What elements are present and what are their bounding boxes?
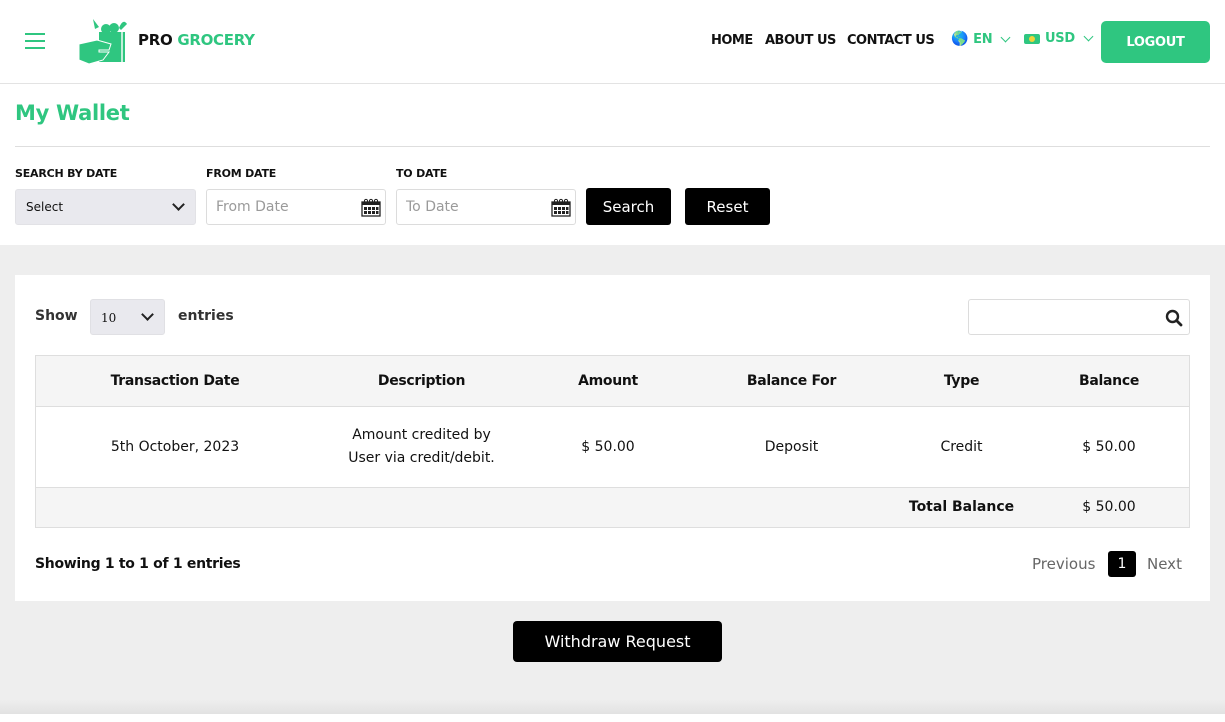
- search-by-date-select[interactable]: Select: [15, 189, 196, 225]
- search-by-date-label: SEARCH BY DATE: [15, 167, 118, 180]
- total-balance-value: $ 50.00: [1028, 487, 1190, 528]
- total-row: Total Balance $ 50.00: [35, 487, 1190, 528]
- column-header-transaction-date[interactable]: Transaction Date: [35, 355, 315, 407]
- calendar-icon[interactable]: [551, 198, 571, 217]
- description-line-1: Amount credited by: [352, 427, 491, 443]
- column-header-type[interactable]: Type: [895, 355, 1028, 407]
- column-header-balance[interactable]: Balance: [1028, 355, 1190, 407]
- brand-pro: PRO: [138, 31, 173, 49]
- pagination-page-1[interactable]: 1: [1108, 551, 1136, 577]
- calendar-icon[interactable]: [361, 198, 381, 217]
- from-date-label: FROM DATE: [206, 167, 277, 180]
- withdraw-request-button[interactable]: Withdraw Request: [513, 621, 722, 662]
- header: PRO GROCERY HOME ABOUT US CONTACT US 🌎 E…: [0, 0, 1225, 84]
- money-icon: [1024, 33, 1040, 44]
- grocery-bag-hand-icon: [79, 19, 127, 64]
- search-button[interactable]: Search: [586, 188, 671, 225]
- to-date-field[interactable]: [396, 189, 576, 225]
- search-by-date-value: Select: [26, 200, 64, 214]
- column-header-balance-for[interactable]: Balance For: [688, 355, 895, 407]
- band-shadow: [0, 700, 1225, 714]
- language-selector[interactable]: 🌎 EN: [951, 31, 1011, 47]
- logo[interactable]: PRO GROCERY: [79, 16, 255, 64]
- chevron-down-icon: [1000, 32, 1011, 42]
- language-value: EN: [973, 31, 993, 47]
- wallet-table-card: Show 10 entries Transaction Date Descrip…: [15, 275, 1210, 601]
- nav-contact-us[interactable]: CONTACT US: [847, 33, 935, 48]
- cell-amount: $ 50.00: [528, 406, 688, 488]
- entries-label: entries: [178, 308, 234, 324]
- currency-value: USD: [1045, 31, 1075, 46]
- description-line-2: User via credit/debit.: [348, 450, 495, 466]
- cell-balance: $ 50.00: [1028, 406, 1190, 488]
- to-date-input[interactable]: [397, 190, 537, 224]
- table-search-field[interactable]: [968, 299, 1190, 335]
- table-header-row: Transaction Date Description Amount Bala…: [35, 355, 1190, 407]
- globe-icon: 🌎: [951, 31, 969, 47]
- chevron-down-icon: [141, 308, 154, 321]
- pagination-previous[interactable]: Previous: [1032, 555, 1095, 573]
- transactions-table: Transaction Date Description Amount Bala…: [35, 355, 1190, 528]
- show-label: Show: [35, 308, 78, 324]
- page-title: My Wallet: [15, 101, 130, 125]
- menu-icon[interactable]: [25, 33, 45, 49]
- currency-selector[interactable]: USD: [1024, 31, 1094, 46]
- to-date-label: TO DATE: [396, 167, 448, 180]
- reset-button[interactable]: Reset: [685, 188, 770, 225]
- divider: [15, 146, 1210, 147]
- pagination-next[interactable]: Next: [1147, 555, 1182, 573]
- nav-about-us[interactable]: ABOUT US: [765, 33, 836, 48]
- cell-description: Amount credited by User via credit/debit…: [315, 406, 528, 488]
- cell-balance-for: Deposit: [688, 406, 895, 488]
- total-balance-label: Total Balance: [895, 487, 1028, 528]
- cell-date: 5th October, 2023: [35, 406, 315, 488]
- brand-grocery: GROCERY: [177, 31, 255, 49]
- from-date-field[interactable]: [206, 189, 386, 225]
- column-header-amount[interactable]: Amount: [528, 355, 688, 407]
- logout-button[interactable]: LOGOUT: [1101, 21, 1210, 63]
- cell-type: Credit: [895, 406, 1028, 488]
- table-row: 5th October, 2023 Amount credited by Use…: [35, 406, 1190, 488]
- entries-per-page-value: 10: [101, 311, 117, 325]
- from-date-input[interactable]: [207, 190, 347, 224]
- column-header-description[interactable]: Description: [315, 355, 528, 407]
- pagination-info: Showing 1 to 1 of 1 entries: [35, 556, 241, 572]
- chevron-down-icon: [172, 198, 185, 211]
- table-search-input[interactable]: [969, 300, 1154, 334]
- chevron-down-icon: [1083, 31, 1094, 42]
- entries-per-page-select[interactable]: 10: [90, 299, 165, 335]
- search-icon[interactable]: [1165, 309, 1183, 327]
- nav-home[interactable]: HOME: [711, 33, 753, 48]
